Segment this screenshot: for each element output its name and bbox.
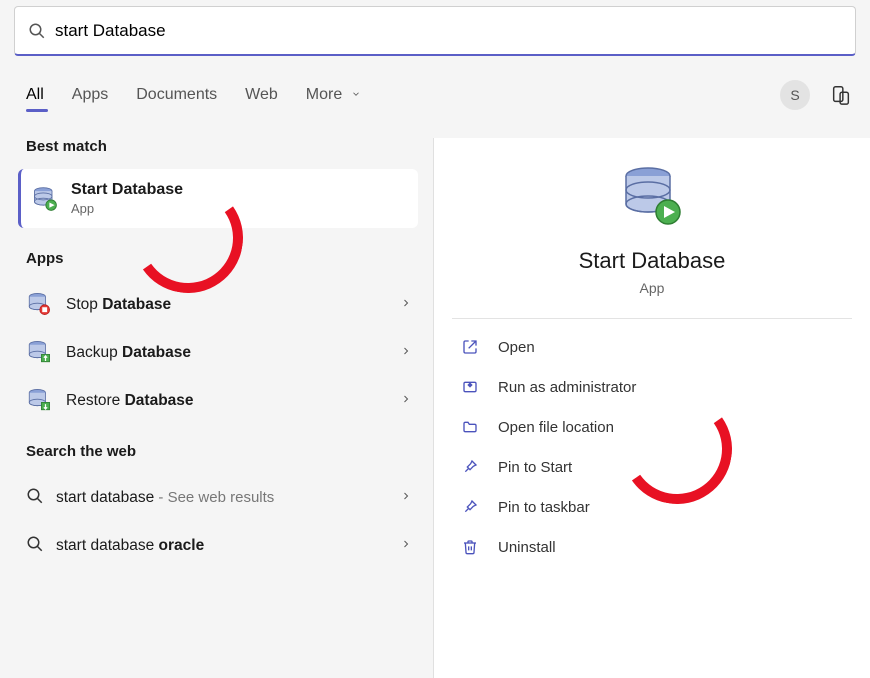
action-label: Open file location bbox=[498, 419, 614, 436]
action-label: Open bbox=[498, 339, 535, 356]
details-subtitle: App bbox=[640, 280, 665, 296]
tab-documents[interactable]: Documents bbox=[136, 86, 217, 104]
chevron-right-icon bbox=[400, 537, 412, 555]
details-panel: Start Database App Open Run as administr… bbox=[434, 138, 870, 678]
search-bar[interactable] bbox=[14, 6, 856, 56]
action-label: Pin to Start bbox=[498, 459, 572, 476]
action-run-as-administrator[interactable]: Run as administrator bbox=[434, 367, 870, 407]
open-icon bbox=[458, 339, 482, 355]
best-match-item[interactable]: Start Database App bbox=[18, 169, 418, 228]
chevron-down-icon bbox=[351, 86, 361, 103]
action-label: Uninstall bbox=[498, 539, 556, 556]
shield-admin-icon bbox=[458, 379, 482, 395]
tab-apps[interactable]: Apps bbox=[72, 86, 108, 104]
tab-more-label: More bbox=[306, 86, 342, 103]
phone-link-icon[interactable] bbox=[830, 84, 852, 106]
details-title: Start Database bbox=[579, 248, 726, 274]
pin-icon bbox=[458, 459, 482, 475]
search-web-header: Search the web bbox=[26, 443, 434, 460]
web-result-label: start database - See web results bbox=[56, 489, 400, 507]
chevron-right-icon bbox=[400, 392, 412, 410]
database-stop-icon bbox=[26, 291, 54, 319]
database-backup-icon bbox=[26, 339, 54, 367]
search-icon bbox=[26, 487, 44, 510]
best-match-title: Start Database bbox=[71, 181, 183, 199]
chevron-right-icon bbox=[400, 344, 412, 362]
trash-icon bbox=[458, 539, 482, 555]
database-restore-icon bbox=[26, 387, 54, 415]
search-icon bbox=[25, 22, 49, 40]
search-input[interactable] bbox=[49, 21, 845, 41]
web-result-label: start database oracle bbox=[56, 537, 400, 555]
web-result-item[interactable]: start database oracle bbox=[20, 522, 418, 570]
action-uninstall[interactable]: Uninstall bbox=[434, 527, 870, 567]
tab-all[interactable]: All bbox=[26, 86, 44, 104]
best-match-subtitle: App bbox=[71, 201, 183, 216]
app-item-label: Backup Database bbox=[66, 344, 400, 362]
search-icon bbox=[26, 535, 44, 558]
action-pin-to-taskbar[interactable]: Pin to taskbar bbox=[434, 487, 870, 527]
action-open-file-location[interactable]: Open file location bbox=[434, 407, 870, 447]
tabs-row: All Apps Documents Web More S bbox=[26, 80, 852, 110]
tab-more[interactable]: More bbox=[306, 86, 361, 104]
results-column: Best match Start Database App Apps bbox=[0, 138, 434, 678]
action-label: Run as administrator bbox=[498, 379, 636, 396]
best-match-header: Best match bbox=[26, 138, 434, 155]
divider bbox=[452, 318, 852, 319]
app-item-label: Restore Database bbox=[66, 392, 400, 410]
action-open[interactable]: Open bbox=[434, 327, 870, 367]
action-pin-to-start[interactable]: Pin to Start bbox=[434, 447, 870, 487]
chevron-right-icon bbox=[400, 489, 412, 507]
app-item-restore-database[interactable]: Restore Database bbox=[20, 377, 418, 425]
app-item-label: Stop Database bbox=[66, 296, 400, 314]
database-start-icon bbox=[31, 185, 59, 213]
chevron-right-icon bbox=[400, 296, 412, 314]
database-start-icon bbox=[620, 164, 684, 228]
action-label: Pin to taskbar bbox=[498, 499, 590, 516]
pin-icon bbox=[458, 499, 482, 515]
app-item-backup-database[interactable]: Backup Database bbox=[20, 329, 418, 377]
folder-icon bbox=[458, 419, 482, 435]
user-avatar[interactable]: S bbox=[780, 80, 810, 110]
apps-header: Apps bbox=[26, 250, 434, 267]
tab-web[interactable]: Web bbox=[245, 86, 278, 104]
app-item-stop-database[interactable]: Stop Database bbox=[20, 281, 418, 329]
web-result-item[interactable]: start database - See web results bbox=[20, 474, 418, 522]
